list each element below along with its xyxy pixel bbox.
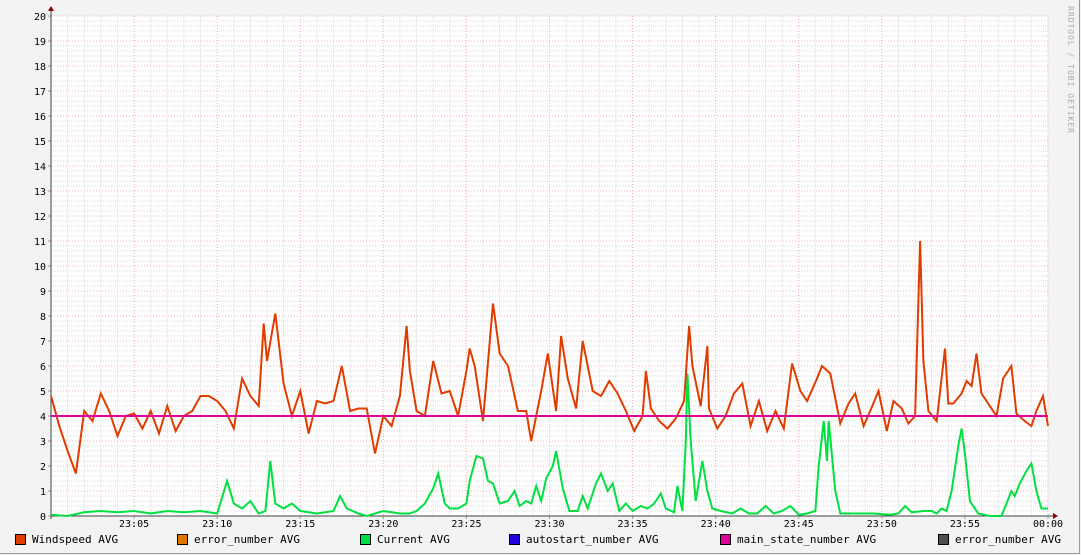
legend-swatch: [720, 534, 731, 545]
y-tick-label: 5: [40, 387, 46, 398]
y-axis-arrow: [48, 6, 54, 11]
x-tick-label: 23:55: [950, 519, 980, 530]
y-tick-label: 14: [34, 162, 46, 173]
legend-label: main_state_number AVG: [737, 533, 877, 546]
legend-label: Current AVG: [377, 533, 450, 546]
legend-item-autostart: autostart_number AVG: [509, 533, 658, 546]
y-tick-label: 18: [34, 62, 46, 73]
y-tick-label: 16: [34, 112, 46, 123]
y-tick-label: 1: [40, 487, 46, 498]
x-tick-label: 23:35: [618, 519, 648, 530]
legend-item-error-number: error_number AVG: [177, 533, 300, 546]
legend-item-current: Current AVG: [360, 533, 450, 546]
legend-swatch: [177, 534, 188, 545]
x-tick-label: 23:25: [451, 519, 481, 530]
legend-swatch: [938, 534, 949, 545]
x-tick-label: 23:15: [285, 519, 315, 530]
y-tick-label: 2: [40, 462, 46, 473]
y-tick-label: 15: [34, 137, 46, 148]
y-tick-label: 6: [40, 362, 46, 373]
x-tick-label: 23:30: [534, 519, 564, 530]
y-tick-label: 9: [40, 287, 46, 298]
rrd-chart: 0123456789101112131415161718192023:05 23:…: [34, 6, 1063, 530]
legend-item-main-state: main_state_number AVG: [720, 533, 876, 546]
legend: Windspeed AVG error_number AVG Current A…: [0, 533, 1081, 549]
y-tick-label: 3: [40, 437, 46, 448]
y-tick-label: 4: [40, 412, 46, 423]
y-tick-label: 19: [34, 37, 46, 48]
legend-swatch: [509, 534, 520, 545]
legend-swatch: [360, 534, 371, 545]
x-tick-label: 23:40: [701, 519, 731, 530]
x-tick-label: 23:45: [784, 519, 814, 530]
y-tick-label: 17: [34, 87, 46, 98]
grid: [51, 15, 1049, 517]
legend-label: Windspeed AVG: [32, 533, 119, 546]
x-tick-label: 23:05: [119, 519, 149, 530]
x-tick-label: 00:00: [1033, 519, 1063, 530]
y-tick-label: 20: [34, 12, 46, 23]
x-tick-label: 23:50: [867, 519, 897, 530]
legend-label: autostart_number AVG: [526, 533, 659, 546]
legend-item-windspeed: Windspeed AVG: [15, 533, 118, 546]
y-tick-label: 7: [40, 337, 46, 348]
y-tick-label: 8: [40, 312, 46, 323]
y-tick-label: 12: [34, 212, 46, 223]
x-tick-label: 23:10: [202, 519, 232, 530]
y-tick-label: 11: [34, 237, 46, 248]
legend-label: error_number AVG: [194, 533, 300, 546]
y-tick-label: 10: [34, 262, 46, 273]
legend-item-error-number-2: error_number AVG: [938, 533, 1061, 546]
legend-label: error_number AVG: [955, 533, 1061, 546]
y-tick-label: 13: [34, 187, 46, 198]
watermark: RRDTOOL / TOBI OETIKER: [1066, 6, 1075, 134]
x-tick-label: 23:20: [368, 519, 398, 530]
legend-swatch: [15, 534, 26, 545]
y-tick-label: 0: [40, 512, 46, 523]
